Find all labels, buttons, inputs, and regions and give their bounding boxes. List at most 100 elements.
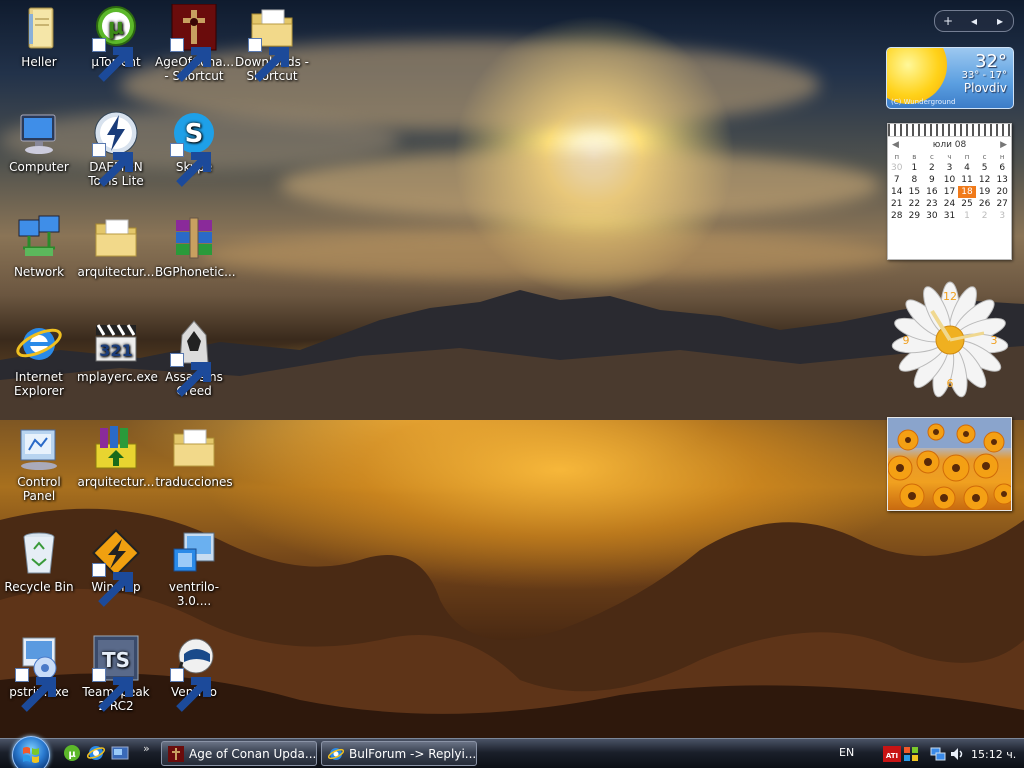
desktop-icon-daemon-tools[interactable]: DAEMON Tools Lite bbox=[77, 109, 155, 188]
calendar-day[interactable]: 26 bbox=[976, 198, 994, 210]
desktop-icon-mplayerc[interactable]: 321 mplayerc.exe bbox=[77, 319, 158, 384]
control-panel-icon bbox=[15, 424, 63, 472]
winrar-install-icon bbox=[92, 424, 140, 472]
desktop-icon-control-panel[interactable]: Control Panel bbox=[0, 424, 78, 503]
sidebar-prev-button[interactable]: ◂ bbox=[961, 11, 987, 31]
calendar-day[interactable]: 14 bbox=[888, 186, 906, 198]
calendar-day[interactable]: 15 bbox=[906, 186, 924, 198]
desktop-icon-heller[interactable]: Heller bbox=[0, 4, 78, 69]
calendar-day[interactable]: 2 bbox=[976, 210, 994, 222]
desktop-icon-teamspeak[interactable]: TS Teamspeak 2 RC2 bbox=[77, 634, 155, 713]
desktop-icon-age-of-conan[interactable]: AgeOfCona... - Shortcut bbox=[155, 4, 234, 83]
calendar-day[interactable]: 5 bbox=[976, 162, 994, 174]
calendar-day[interactable]: 23 bbox=[923, 198, 941, 210]
shortcut-arrow-icon bbox=[170, 353, 211, 397]
calendar-day[interactable]: 31 bbox=[941, 210, 959, 222]
desktop-icon-network[interactable]: Network bbox=[0, 214, 78, 279]
desktop-icon-utorrent[interactable]: µ µTorrent bbox=[77, 4, 155, 82]
quicklaunch-internet-explorer[interactable] bbox=[87, 744, 105, 762]
language-indicator[interactable]: EN bbox=[839, 746, 854, 759]
clock-gadget[interactable]: 12 3 6 9 bbox=[888, 279, 1012, 401]
weather-gadget[interactable]: 32° 33° - 17° Plovdiv (C) Wunderground bbox=[886, 47, 1014, 109]
calendar-day[interactable]: 9 bbox=[923, 174, 941, 186]
calendar-prev-arrow-icon[interactable]: ◀ bbox=[892, 140, 899, 150]
desktop-icon-ventrilo-installer[interactable]: ventrilo-3.0.... bbox=[155, 529, 233, 608]
calendar-day[interactable]: 28 bbox=[888, 210, 906, 222]
desktop-icon-skype[interactable]: S Skype bbox=[155, 109, 233, 187]
ati-catalyst-icon[interactable]: ATI bbox=[883, 746, 901, 762]
desktop-icon-computer[interactable]: Computer bbox=[0, 109, 78, 174]
weather-city: Plovdiv bbox=[963, 81, 1007, 95]
calendar-day[interactable]: 22 bbox=[906, 198, 924, 210]
shortcut-arrow-icon bbox=[92, 668, 133, 712]
calendar-rings bbox=[888, 124, 1011, 137]
weather-temperature: 32° bbox=[975, 51, 1007, 72]
calendar-day[interactable]: 20 bbox=[993, 186, 1011, 198]
calendar-week-row: 7 8 9 10 11 12 13 bbox=[888, 174, 1011, 186]
calendar-day[interactable]: 13 bbox=[993, 174, 1011, 186]
icon-label: Control Panel bbox=[17, 475, 61, 503]
windows-security-icon[interactable] bbox=[903, 746, 919, 762]
quicklaunch-show-desktop[interactable] bbox=[111, 744, 129, 762]
calendar-day[interactable]: 19 bbox=[976, 186, 994, 198]
icon-label: traducciones bbox=[155, 475, 233, 489]
volume-icon[interactable] bbox=[949, 746, 965, 762]
sidebar-next-button[interactable]: ▸ bbox=[987, 11, 1013, 31]
calendar-day[interactable]: 1 bbox=[958, 210, 976, 222]
start-button[interactable] bbox=[12, 736, 50, 768]
icon-label: ventrilo-3.0.... bbox=[168, 580, 220, 608]
desktop-icon-arquitectura-folder[interactable]: arquitectur... bbox=[77, 214, 155, 279]
calendar-day[interactable]: 21 bbox=[888, 198, 906, 210]
network-status-icon[interactable] bbox=[930, 746, 946, 762]
clock-numeral-9: 9 bbox=[903, 334, 910, 347]
shortcut-arrow-icon bbox=[92, 38, 133, 82]
desktop-icon-internet-explorer[interactable]: Internet Explorer bbox=[0, 319, 78, 398]
desktop-icon-bgphonetic[interactable]: BGPhonetic... bbox=[155, 214, 236, 279]
calendar-day[interactable]: 29 bbox=[906, 210, 924, 222]
calendar-week-row: 14 15 16 17 18 19 20 bbox=[888, 186, 1011, 198]
calendar-day[interactable]: 30 bbox=[888, 162, 906, 174]
desktop-icon-ventrilo[interactable]: Ventrilo bbox=[155, 634, 233, 712]
ati-label: ATI bbox=[886, 752, 898, 760]
desktop-icon-arquitectura-installer[interactable]: arquitectur... bbox=[77, 424, 155, 489]
desktop-icon-downloads[interactable]: Downloads - Shortcut bbox=[233, 4, 311, 83]
taskbar-button-age-of-conan[interactable]: Age of Conan Upda... bbox=[161, 741, 317, 766]
calendar-day[interactable]: 30 bbox=[923, 210, 941, 222]
weekday-label: с bbox=[929, 153, 934, 161]
calendar-day[interactable]: 6 bbox=[993, 162, 1011, 174]
quicklaunch-utorrent[interactable]: µ bbox=[63, 744, 81, 762]
add-gadget-button[interactable]: + bbox=[935, 11, 961, 31]
calendar-day[interactable]: 7 bbox=[888, 174, 906, 186]
taskbar-button-bulforum[interactable]: BulForum -> Replyi... bbox=[321, 741, 477, 766]
icon-label: Network bbox=[13, 265, 65, 279]
weekday-label: ч bbox=[947, 153, 952, 161]
calendar-next-arrow-icon[interactable]: ▶ bbox=[1000, 140, 1007, 150]
calendar-day[interactable]: 12 bbox=[976, 174, 994, 186]
desktop-icon-winamp[interactable]: Winamp bbox=[77, 529, 155, 607]
calendar-day[interactable]: 27 bbox=[993, 198, 1011, 210]
calendar-day[interactable]: 17 bbox=[941, 186, 959, 198]
slideshow-gadget[interactable] bbox=[887, 417, 1012, 511]
calendar-gadget[interactable]: ◀ юли 08 ▶ п в с ч п с н 30 1 2 3 4 5 6 bbox=[887, 123, 1012, 260]
utorrent-icon: µ bbox=[92, 4, 140, 82]
desktop-icon-pstrip[interactable]: pstrip.exe bbox=[0, 634, 78, 712]
desktop-icon-traducciones[interactable]: traducciones bbox=[155, 424, 233, 489]
calendar-day[interactable]: 16 bbox=[923, 186, 941, 198]
calendar-day[interactable]: 25 bbox=[958, 198, 976, 210]
desktop-icon-assassins-creed[interactable]: Assassins Creed bbox=[155, 319, 233, 398]
calendar-day[interactable]: 3 bbox=[941, 162, 959, 174]
quicklaunch-more-button[interactable]: » bbox=[143, 742, 150, 755]
calendar-day[interactable]: 1 bbox=[906, 162, 924, 174]
calendar-day[interactable]: 4 bbox=[958, 162, 976, 174]
calendar-day[interactable]: 11 bbox=[958, 174, 976, 186]
calendar-day[interactable]: 24 bbox=[941, 198, 959, 210]
sun-icon bbox=[887, 48, 947, 104]
clock-time[interactable]: 15:12 ч. bbox=[971, 748, 1016, 761]
calendar-month: юли 08 bbox=[932, 140, 967, 150]
calendar-day[interactable]: 2 bbox=[923, 162, 941, 174]
calendar-day[interactable]: 10 bbox=[941, 174, 959, 186]
desktop-icon-recycle-bin[interactable]: Recycle Bin bbox=[0, 529, 78, 594]
calendar-day[interactable]: 3 bbox=[993, 210, 1011, 222]
calendar-day[interactable]: 8 bbox=[906, 174, 924, 186]
calendar-day-today[interactable]: 18 bbox=[958, 186, 976, 198]
